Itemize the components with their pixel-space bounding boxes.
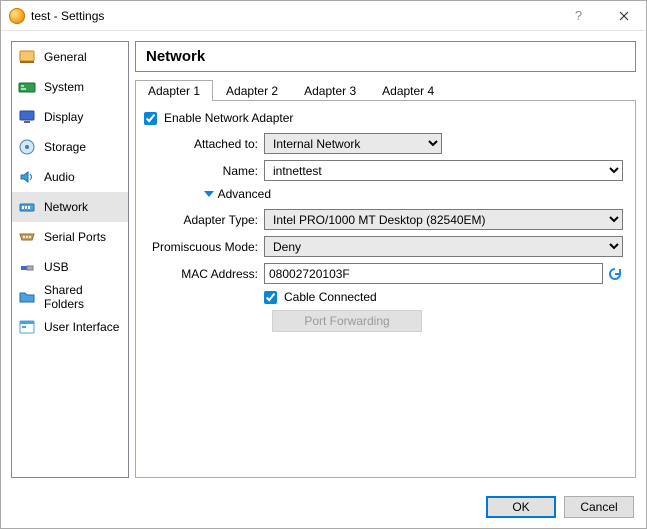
general-icon [18,48,36,66]
page-title: Network [135,41,636,72]
port-forwarding-button: Port Forwarding [272,310,422,332]
network-icon [18,198,36,216]
close-button[interactable] [601,1,646,30]
sidebar-item-storage[interactable]: Storage [12,132,128,162]
refresh-icon [607,266,623,282]
storage-icon [18,138,36,156]
sidebar-item-label: Audio [44,170,75,184]
main-panel: Network Adapter 1 Adapter 2 Adapter 3 Ad… [135,41,636,478]
sidebar-item-serial-ports[interactable]: Serial Ports [12,222,128,252]
cable-connected-checkbox[interactable] [264,291,277,304]
adapter-panel: Enable Network Adapter Attached to: Inte… [135,100,636,478]
sidebar-item-usb[interactable]: USB [12,252,128,282]
dialog-footer: OK Cancel [1,488,646,528]
system-icon [18,78,36,96]
app-icon [9,8,25,24]
shared-folders-icon [18,288,36,306]
sidebar-item-user-interface[interactable]: User Interface [12,312,128,342]
dialog-body: General System Display Storage [1,31,646,488]
sidebar-item-general[interactable]: General [12,42,128,72]
titlebar: test - Settings ? [1,1,646,31]
chevron-down-icon [204,191,214,197]
attached-to-select[interactable]: Internal Network [264,133,442,154]
attached-to-label: Attached to: [144,137,264,151]
refresh-mac-button[interactable] [607,266,623,282]
sidebar-item-audio[interactable]: Audio [12,162,128,192]
tab-adapter-3[interactable]: Adapter 3 [291,80,369,101]
tab-adapter-4[interactable]: Adapter 4 [369,80,447,101]
sidebar-item-shared-folders[interactable]: Shared Folders [12,282,128,312]
sidebar-item-label: System [44,80,84,94]
usb-icon [18,258,36,276]
titlebar-controls: ? [556,1,646,30]
sidebar-item-label: Shared Folders [44,283,122,311]
settings-window: test - Settings ? General System [0,0,647,529]
advanced-label: Advanced [218,187,271,201]
tab-adapter-1[interactable]: Adapter 1 [135,80,213,101]
adapter-type-select[interactable]: Intel PRO/1000 MT Desktop (82540EM) [264,209,623,230]
help-button[interactable]: ? [556,1,601,30]
sidebar-item-label: Serial Ports [44,230,106,244]
promiscuous-mode-label: Promiscuous Mode: [144,240,264,254]
advanced-toggle[interactable]: Advanced [144,187,271,201]
window-title: test - Settings [31,9,104,23]
sidebar-item-label: USB [44,260,69,274]
sidebar-item-label: Network [44,200,88,214]
sidebar-item-label: User Interface [44,320,119,334]
audio-icon [18,168,36,186]
mac-address-label: MAC Address: [144,267,264,281]
enable-adapter-label: Enable Network Adapter [164,111,293,125]
sidebar-item-label: Storage [44,140,86,154]
mac-address-input[interactable] [264,263,603,284]
cancel-button[interactable]: Cancel [564,496,634,518]
enable-adapter-checkbox[interactable] [144,112,157,125]
promiscuous-mode-select[interactable]: Deny [264,236,623,257]
ok-button[interactable]: OK [486,496,556,518]
sidebar-item-display[interactable]: Display [12,102,128,132]
cable-connected-label: Cable Connected [284,290,377,304]
close-icon [619,11,629,21]
enable-adapter-row: Enable Network Adapter [144,111,623,125]
display-icon [18,108,36,126]
name-combo[interactable]: intnettest [264,160,623,181]
sidebar-item-system[interactable]: System [12,72,128,102]
adapter-type-label: Adapter Type: [144,213,264,227]
adapter-tabs: Adapter 1 Adapter 2 Adapter 3 Adapter 4 [135,78,636,100]
user-interface-icon [18,318,36,336]
sidebar-item-label: General [44,50,87,64]
category-sidebar: General System Display Storage [11,41,129,478]
name-label: Name: [144,164,264,178]
tab-adapter-2[interactable]: Adapter 2 [213,80,291,101]
sidebar-item-label: Display [44,110,83,124]
sidebar-item-network[interactable]: Network [12,192,128,222]
serial-ports-icon [18,228,36,246]
